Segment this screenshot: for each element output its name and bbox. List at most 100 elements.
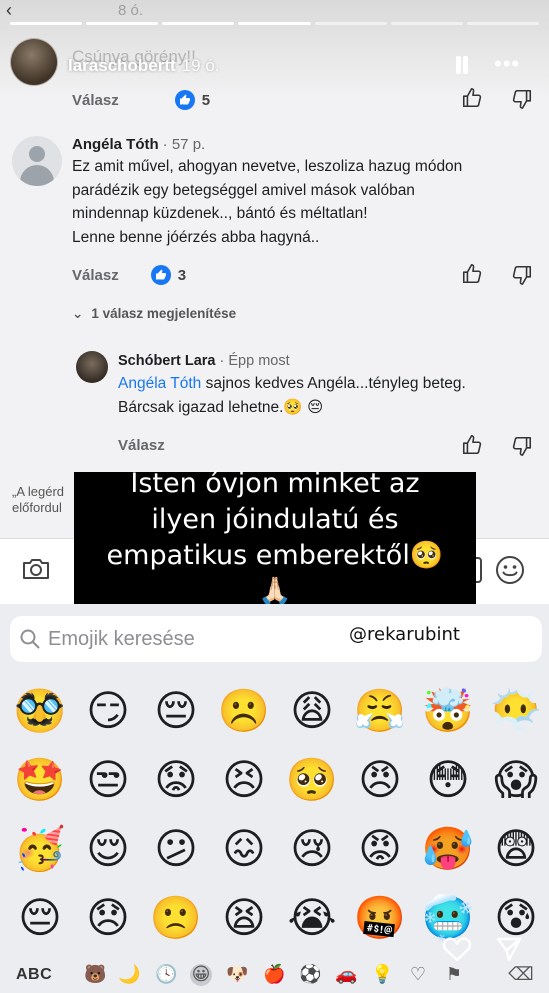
pause-icon[interactable] [452,55,472,75]
ball-icon[interactable]: ⚽ [299,964,321,986]
story-username-text: laraschobertt [68,56,176,75]
story-caption: Isten óvjon minket az ilyen jóindulatú é… [74,468,476,607]
thumbs-up-icon[interactable] [461,87,483,109]
emoji-key[interactable]: 🥵 [414,814,482,883]
heart-outline-icon[interactable]: ♡ [407,964,429,986]
reply-button[interactable]: Válasz [72,92,119,109]
thumbs-down-icon[interactable] [511,88,533,110]
emoji-key[interactable]: 😔 [6,883,74,952]
reply-author[interactable]: Schóbert Lara · Épp most [118,353,290,369]
car-icon[interactable]: 🚗 [335,964,357,986]
flag-icon[interactable]: ⚑ [443,964,465,986]
quote-text: „A legérd előfordul [12,484,64,516]
thumbs-up-icon[interactable] [461,434,483,456]
emoji-key[interactable]: ☹️ [210,676,278,745]
show-replies-label: 1 válasz megjelenítése [91,306,237,321]
story-mention-tag[interactable]: @rekarubint [349,624,460,645]
emoji-key[interactable]: 😩 [278,676,346,745]
lightbulb-icon[interactable]: 💡 [371,964,393,986]
thumbs-up-icon[interactable] [461,263,483,285]
like-badge-icon [150,265,171,285]
like-count: 3 [177,266,187,284]
story-time: 19 ó. [181,56,220,75]
emoji-key[interactable]: 🤩 [6,745,74,814]
emoji-key[interactable]: 😒 [74,745,142,814]
commenter-avatar[interactable] [12,136,62,186]
reply-line-text: sajnos kedves Angéla...tényleg beteg. [201,375,466,392]
emoji-key[interactable]: 🙁 [142,883,210,952]
emoji-key[interactable]: 😣 [210,745,278,814]
emoji-key[interactable]: 😶‍🌫️ [482,676,549,745]
food-icon[interactable]: 🍎 [263,964,285,986]
emoji-key[interactable]: 🥳 [6,814,74,883]
story-progress-segment [86,22,159,25]
heart-icon[interactable] [442,935,472,963]
reply-actions-row: Válasz [118,437,165,454]
recent-clock-icon[interactable]: 🕓 [155,964,177,986]
previous-comment-time: 8 ó. [118,2,144,19]
emoji-search-input[interactable] [48,625,328,653]
send-icon[interactable] [495,935,523,963]
emoji-key[interactable]: 😕 [142,814,210,883]
emoji-key[interactable]: 😞 [74,883,142,952]
emoji-key[interactable]: 😏 [74,676,142,745]
story-username[interactable]: laraschobertt 19 ó. [68,56,220,76]
smiley-icon[interactable]: 😀 [190,964,212,986]
like-count: 5 [201,91,211,109]
emoji-key[interactable]: 😭 [278,883,346,952]
thumbs-down-icon[interactable] [511,435,533,457]
story-progress-segment [238,22,311,25]
emoji-grid: 🥸 😏 😔 ☹️ 😩 😤 🤯 😶‍🌫️ 🤩 😒 😟 😣 🥺 😠 😳 😱 🥳 😌 😕 😖 😢 😡 🥵 😨 😔 😞 🙁 😫 😭 🤬 🥶 😰 [6,676,546,952]
story-progress-segment [314,22,387,25]
abc-keyboard-button[interactable]: ABC [16,966,52,984]
camera-icon[interactable] [20,553,52,585]
emoji-key[interactable]: 😫 [210,883,278,952]
emoji-key[interactable]: 😱 [482,745,549,814]
emoji-key[interactable]: 😟 [142,745,210,814]
moon-icon[interactable]: 🌙 [118,964,140,986]
emoji-key[interactable]: 😌 [74,814,142,883]
comment-actions-row: Válasz 3 [72,265,186,285]
show-replies-toggle[interactable]: ⌄ 1 válasz megjelenítése [72,306,236,322]
comment-line: mindennap küzdenek.., bántó és méltatlan… [72,205,368,222]
emoji-face-icon[interactable] [494,554,526,586]
comment-time-value: 57 p. [171,136,206,153]
like-badge-icon [174,90,195,110]
story-progress-segment [10,22,83,25]
story-caption-text: Isten óvjon minket az ilyen jóindulatú é… [106,468,444,607]
search-icon [20,629,40,649]
emoji-key[interactable]: 🥺 [278,745,346,814]
reply-author-avatar[interactable] [76,351,108,383]
comment-line: Ez amit művel, ahogyan nevetve, leszoliz… [72,158,463,175]
back-arrow-icon[interactable]: ‹ [6,0,12,21]
story-user-avatar[interactable] [10,38,58,86]
emoji-key[interactable]: 🤯 [414,676,482,745]
emoji-key[interactable]: 😢 [278,814,346,883]
emoji-key[interactable]: 😳 [414,745,482,814]
thumbs-down-icon[interactable] [511,264,533,286]
emoji-key[interactable]: 😔 [142,676,210,745]
backspace-icon[interactable]: ⌫ [506,964,536,986]
emoji-key[interactable]: 😨 [482,814,549,883]
emoji-key[interactable]: 😤 [346,676,414,745]
story-progress-segment [162,22,235,25]
dog-icon[interactable]: 🐶 [226,964,248,986]
more-options-icon[interactable]: ••• [494,53,520,75]
reply-button[interactable]: Válasz [118,437,165,454]
emoji-key[interactable]: 🥸 [6,676,74,745]
emoji-key[interactable]: 😠 [346,745,414,814]
comment-actions-row: Válasz 5 [72,90,210,110]
emoji-key[interactable]: 😖 [210,814,278,883]
reply-line: Bárcsak igazad lehetne.🥺 😔 [118,398,324,416]
quote-line: előfordul [12,500,62,515]
chevron-down-icon: ⌄ [72,306,84,321]
avatar-body-shape [20,165,54,186]
reply-button[interactable]: Válasz [72,267,119,284]
emoji-key[interactable]: 🤬 [346,883,414,952]
reply-line: Angéla Tóth sajnos kedves Angéla...tényl… [118,372,466,396]
animal-face-icon[interactable]: 🐻 [84,964,106,986]
mention-link[interactable]: Angéla Tóth [118,375,201,392]
reply-text: Angéla Tóth sajnos kedves Angéla...tényl… [118,372,466,419]
comment-author[interactable]: Angéla Tóth · 57 p. [72,136,205,153]
emoji-key[interactable]: 😡 [346,814,414,883]
